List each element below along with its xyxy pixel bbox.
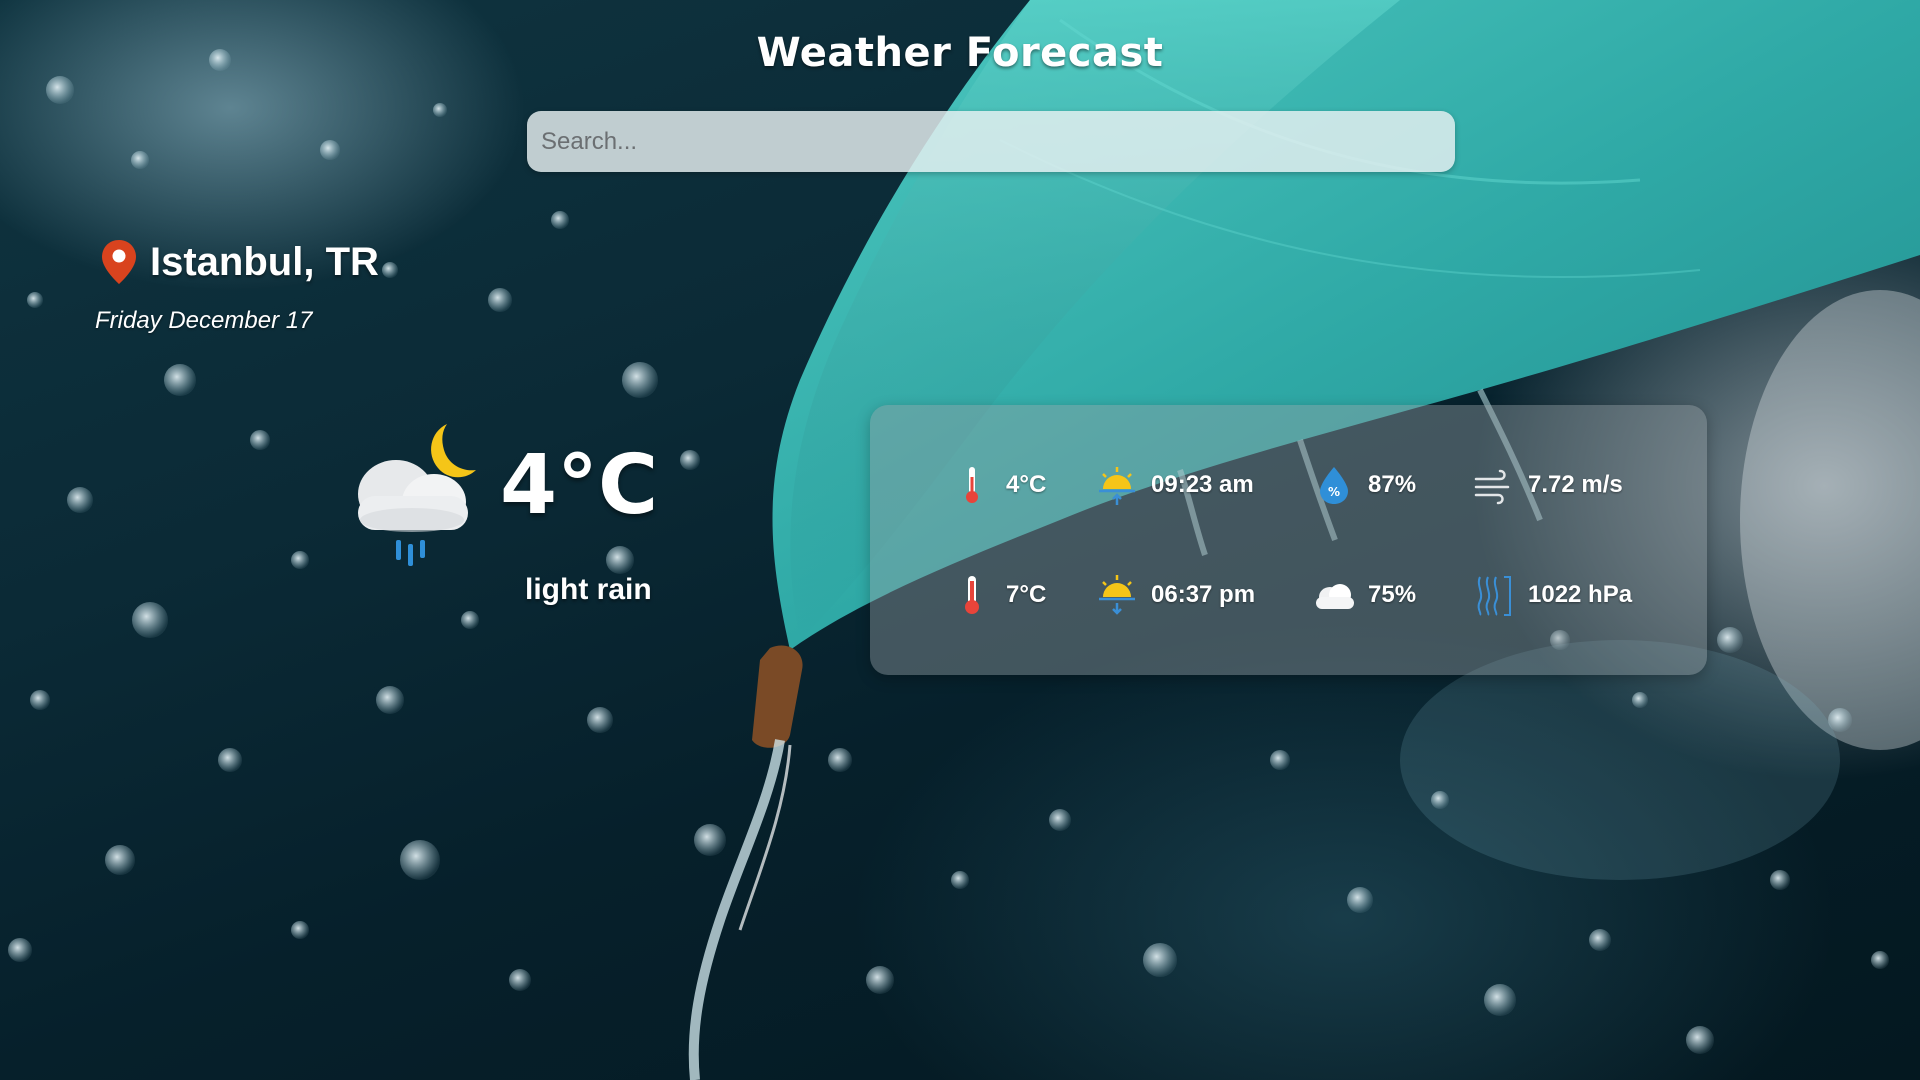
thermometer-icon	[966, 467, 978, 503]
humidity-value: 87%	[1368, 471, 1417, 498]
current-temperature: 4°C	[500, 438, 659, 533]
wind-value: 7.72 m/s	[1528, 471, 1623, 498]
map-pin-icon	[102, 240, 136, 284]
pressure-value: 1022 hPa	[1528, 581, 1633, 608]
pressure-icon	[1477, 576, 1511, 616]
humidity-icon: %	[1320, 467, 1348, 504]
weather-details-panel: 4°C 09:23 am % 87% 7.72 m/s 7°C 06:37 pm…	[870, 405, 1707, 675]
thermometer-hot-icon	[965, 576, 979, 614]
max-temp-value: 7°C	[1006, 581, 1047, 608]
city-name: Istanbul, TR	[150, 239, 379, 284]
wind-icon	[1474, 469, 1510, 505]
min-temp-value: 4°C	[1006, 471, 1047, 498]
svg-text:%: %	[1328, 485, 1340, 499]
sunrise-icon	[1099, 467, 1135, 505]
stat-sunset: 06:37 pm	[1095, 573, 1255, 617]
stat-humidity: % 87%	[1312, 463, 1416, 507]
search-input[interactable]	[527, 111, 1455, 172]
stat-clouds: 75%	[1312, 573, 1416, 617]
weather-description: light rain	[525, 573, 652, 606]
current-date: Friday December 17	[95, 307, 313, 334]
stat-max-temp: 7°C	[950, 573, 1046, 617]
stat-wind: 7.72 m/s	[1472, 463, 1623, 507]
sunrise-value: 09:23 am	[1151, 471, 1254, 498]
stat-pressure: 1022 hPa	[1472, 573, 1632, 617]
stat-sunrise: 09:23 am	[1095, 463, 1254, 507]
app-title: Weather Forecast	[756, 30, 1164, 76]
cloud-icon	[1316, 584, 1354, 609]
sunset-icon	[1099, 575, 1135, 615]
clouds-value: 75%	[1368, 581, 1417, 608]
cloud-moon-rain-icon	[358, 424, 476, 566]
location: Istanbul, TR	[98, 238, 379, 286]
sunset-value: 06:37 pm	[1151, 581, 1256, 608]
stat-min-temp: 4°C	[950, 463, 1046, 507]
